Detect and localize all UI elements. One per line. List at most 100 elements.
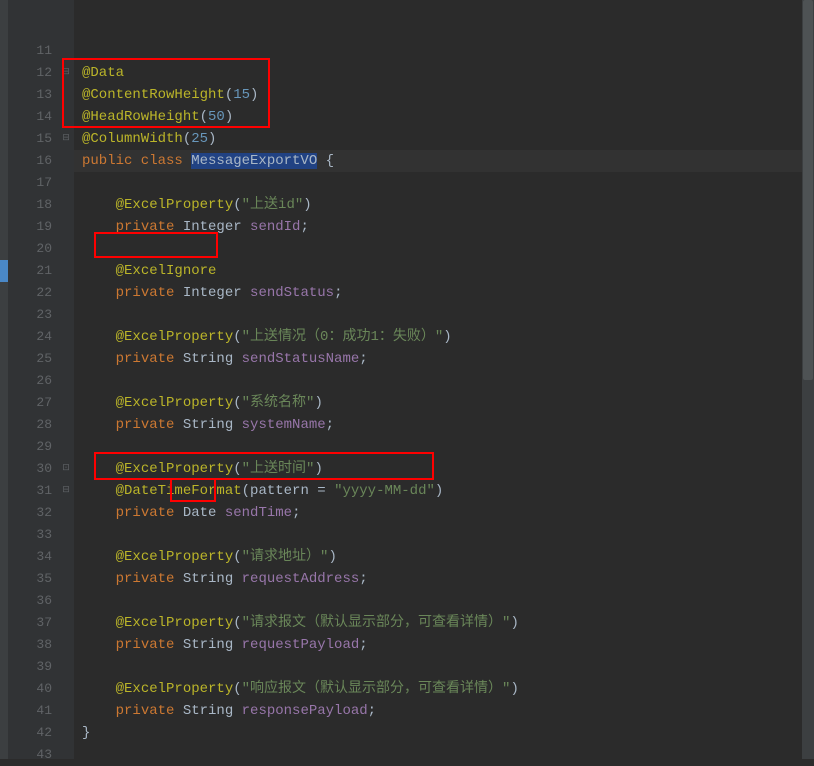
token-punc: ( [200,109,208,125]
token-indent [82,417,116,433]
token-annotation: @Data [82,65,124,81]
code-line[interactable]: private String sendStatusName; [74,348,814,370]
change-marker [0,260,8,282]
token-keyword: private [116,351,183,367]
token-keyword: private [116,285,183,301]
token-keyword: private [116,637,183,653]
code-line[interactable]: @ExcelProperty("上送时间") [74,458,814,480]
code-line[interactable]: @ExcelProperty("请求地址）") [74,546,814,568]
fold-icon[interactable]: ⊟ [60,67,72,77]
code-line[interactable]: @DateTimeFormat(pattern = "yyyy-MM-dd") [74,480,814,502]
token-field: sendTime [225,505,292,521]
code-line[interactable]: @Data [74,62,814,84]
line-number: 35 [8,568,74,590]
code-line[interactable]: @ColumnWidth(25) [74,128,814,150]
code-line[interactable]: @ExcelProperty("响应报文（默认显示部分，可查看详情）") [74,678,814,700]
token-indent [82,505,116,521]
token-punc: ( [233,395,241,411]
token-type: Integer [183,285,250,301]
code-line[interactable] [74,172,814,194]
token-string: "上送id" [242,197,304,213]
token-string: "响应报文（默认显示部分，可查看详情）" [242,681,511,697]
code-line[interactable] [74,656,814,678]
token-punc: ) [435,483,443,499]
gutter[interactable]: 1112131415161718192021222324252627282930… [8,0,74,759]
code-line[interactable]: private String requestAddress; [74,568,814,590]
code-line[interactable] [74,436,814,458]
code-line[interactable]: @ExcelProperty("上送情况（0：成功1：失败）") [74,326,814,348]
fold-icon[interactable]: ⊟ [60,133,72,143]
token-indent [82,219,116,235]
token-punc: ( [233,197,241,213]
line-number: 27 [8,392,74,414]
code-line[interactable] [74,524,814,546]
line-number: 16 [8,150,74,172]
token-annotation: @ExcelIgnore [116,263,217,279]
line-number: 39 [8,656,74,678]
token-string: "系统名称" [242,395,315,411]
token-keyword: private [116,571,183,587]
line-number: 41 [8,700,74,722]
token-type: String [183,637,242,653]
code-line[interactable] [74,590,814,612]
code-line[interactable] [74,744,814,766]
token-indent [82,637,116,653]
token-string: "yyyy-MM-dd" [334,483,435,499]
code-line[interactable]: } [74,722,814,744]
token-number: 25 [191,131,208,147]
code-line[interactable]: public class MessageExportVO { [74,150,814,172]
code-line[interactable]: private String responsePayload; [74,700,814,722]
token-annotation: @ExcelProperty [116,395,234,411]
token-punc: ; [368,703,376,719]
code-line[interactable]: @ContentRowHeight(15) [74,84,814,106]
token-annotation: @ExcelProperty [116,681,234,697]
token-punc: ( [233,615,241,631]
code-line[interactable]: @ExcelProperty("上送id") [74,194,814,216]
token-annotation: @ExcelProperty [116,549,234,565]
token-field: sendStatusName [242,351,360,367]
fold-icon[interactable]: ⊟ [60,485,72,495]
code-line[interactable] [74,304,814,326]
line-number: 13 [8,84,74,106]
token-punc: ) [250,87,258,103]
code-area[interactable]: @Data@ContentRowHeight(15)@HeadRowHeight… [74,0,814,759]
code-line[interactable]: private Integer sendStatus; [74,282,814,304]
line-number: 17 [8,172,74,194]
token-annotation: @ExcelProperty [116,197,234,213]
code-line[interactable] [74,40,814,62]
code-line[interactable]: @ExcelProperty("请求报文（默认显示部分，可查看详情）") [74,612,814,634]
code-line[interactable] [74,238,814,260]
token-punc: ) [225,109,233,125]
line-number: 20 [8,238,74,260]
token-annotation: @HeadRowHeight [82,109,200,125]
code-line[interactable] [74,370,814,392]
code-line[interactable]: private String systemName; [74,414,814,436]
code-line[interactable]: private Integer sendId; [74,216,814,238]
code-line[interactable]: private String requestPayload; [74,634,814,656]
token-indent [82,681,116,697]
token-annotation: @ExcelProperty [116,461,234,477]
scrollbar[interactable] [802,0,814,759]
scrollbar-thumb[interactable] [803,0,813,380]
code-line[interactable]: private Date sendTime; [74,502,814,524]
line-number: 32 [8,502,74,524]
token-keyword: private [116,703,183,719]
token-type: String [183,703,242,719]
fold-icon[interactable]: ⊡ [60,463,72,473]
line-number: 26 [8,370,74,392]
line-number: 23 [8,304,74,326]
token-indent [82,549,116,565]
token-punc: ; [300,219,308,235]
code-editor[interactable]: 1112131415161718192021222324252627282930… [0,0,814,759]
token-annotation: @DateTimeFormat [116,483,242,499]
code-line[interactable]: @HeadRowHeight(50) [74,106,814,128]
token-punc: ) [208,131,216,147]
code-line[interactable]: @ExcelProperty("系统名称") [74,392,814,414]
token-punc: ( [233,329,241,345]
token-indent [82,571,116,587]
line-number: 28 [8,414,74,436]
code-line[interactable]: @ExcelIgnore [74,260,814,282]
token-field: responsePayload [242,703,368,719]
token-keyword: private [116,219,183,235]
token-punc: ) [443,329,451,345]
